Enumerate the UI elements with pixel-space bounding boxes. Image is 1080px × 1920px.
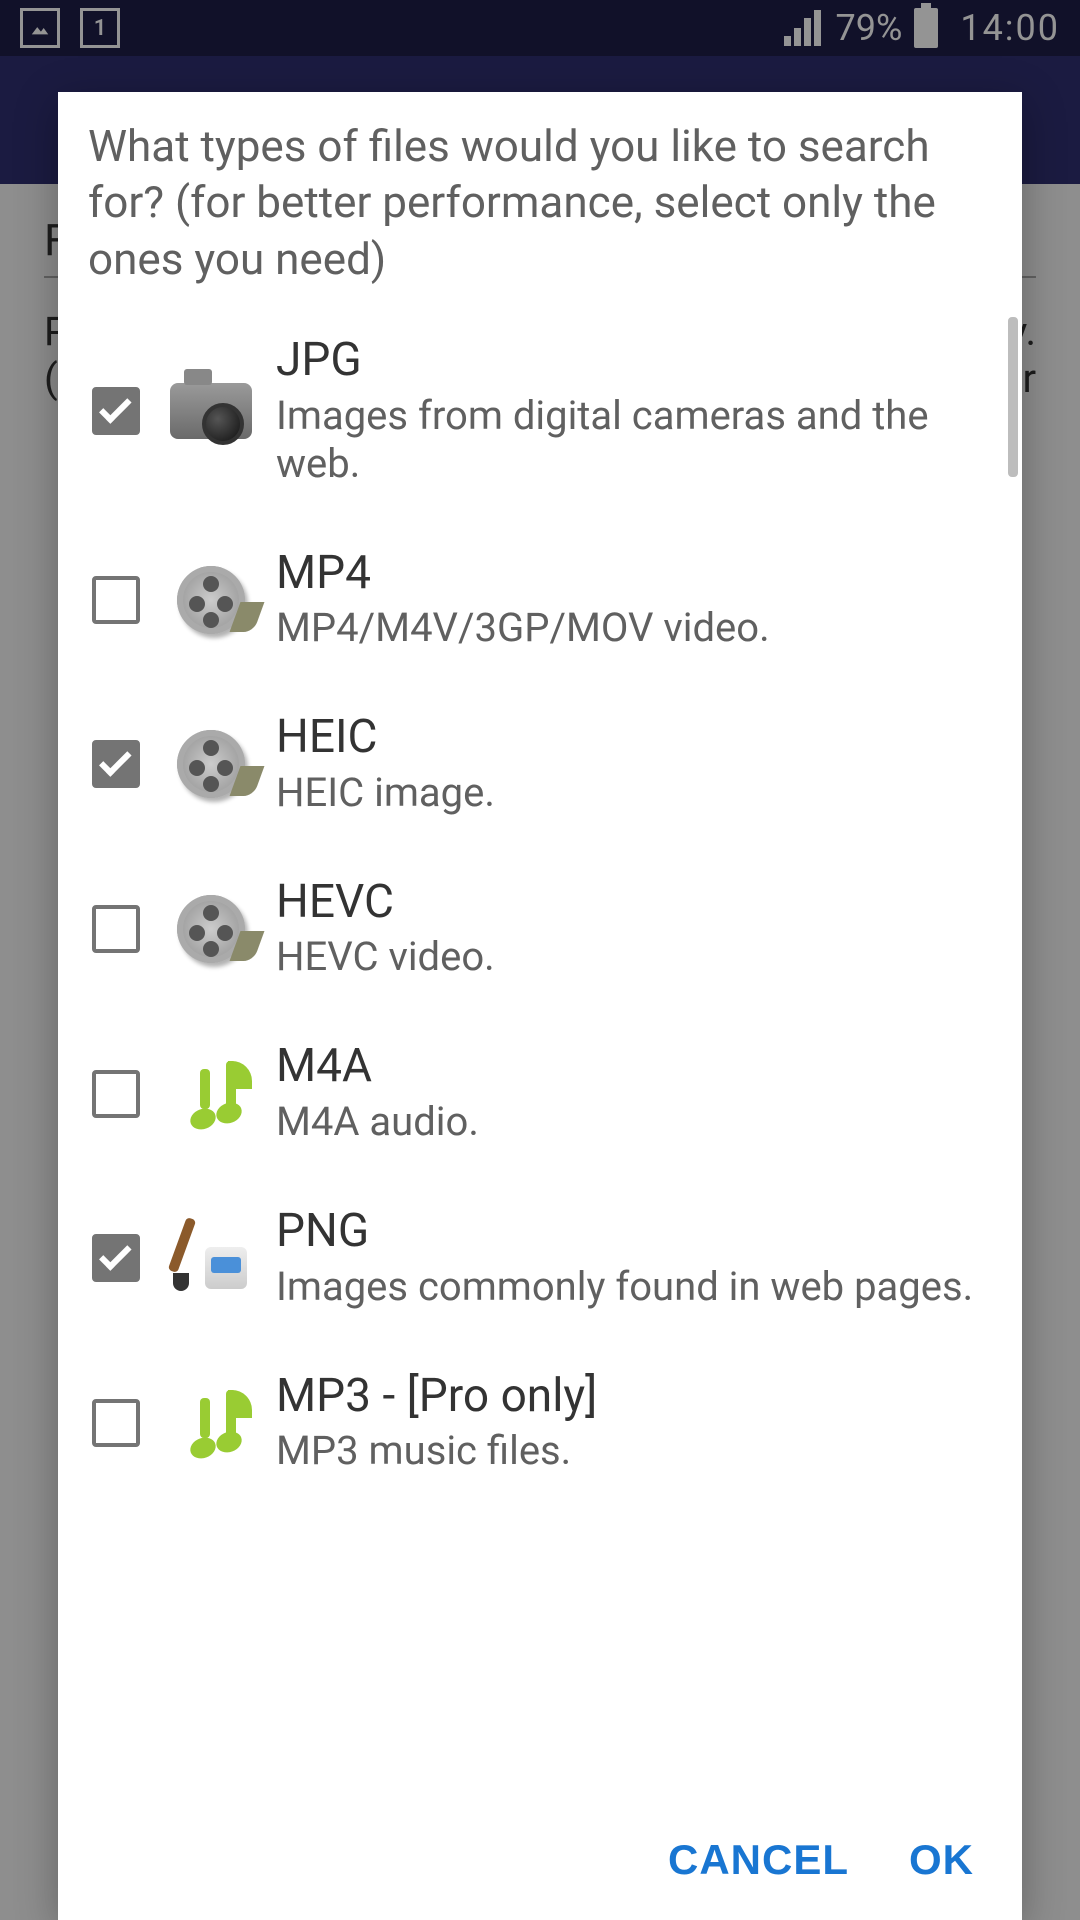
checkbox[interactable] — [92, 1234, 140, 1282]
option-description: Images commonly found in web pages. — [276, 1263, 988, 1311]
file-type-option[interactable]: M4A M4A audio. — [88, 1011, 992, 1176]
option-description: HEVC video. — [276, 933, 988, 981]
option-text: JPG Images from digital cameras and the w… — [276, 335, 988, 488]
checkbox[interactable] — [92, 576, 140, 624]
checkbox[interactable] — [92, 905, 140, 953]
scrollbar-thumb[interactable] — [1008, 317, 1018, 477]
file-types-dialog: What types of files would you like to se… — [58, 92, 1022, 1920]
dialog-actions: CANCEL OK — [58, 1810, 1022, 1920]
file-type-option[interactable]: PNG Images commonly found in web pages. — [88, 1176, 992, 1341]
option-title: M4A — [276, 1041, 988, 1092]
checkbox[interactable] — [92, 1070, 140, 1118]
option-title: MP4 — [276, 548, 988, 599]
reel-icon — [168, 557, 254, 643]
checkbox[interactable] — [92, 387, 140, 435]
file-type-option[interactable]: MP4 MP4/M4V/3GP/MOV video. — [88, 518, 992, 683]
file-type-option[interactable]: HEIC HEIC image. — [88, 682, 992, 847]
file-type-option[interactable]: MP3 - [Pro only] MP3 music files. — [88, 1341, 992, 1506]
option-text: MP4 MP4/M4V/3GP/MOV video. — [276, 548, 988, 653]
music-icon — [168, 1051, 254, 1137]
option-text: HEVC HEVC video. — [276, 877, 988, 982]
option-text: PNG Images commonly found in web pages. — [276, 1206, 988, 1311]
option-description: M4A audio. — [276, 1098, 988, 1146]
option-title: MP3 - [Pro only] — [276, 1371, 988, 1422]
option-title: JPG — [276, 335, 988, 386]
reel-icon — [168, 886, 254, 972]
option-text: MP3 - [Pro only] MP3 music files. — [276, 1371, 988, 1476]
paint-icon — [168, 1215, 254, 1301]
option-description: HEIC image. — [276, 769, 988, 817]
music-icon — [168, 1380, 254, 1466]
options-list[interactable]: JPG Images from digital cameras and the w… — [58, 305, 1022, 1810]
option-description: Images from digital cameras and the web. — [276, 392, 988, 488]
option-text: M4A M4A audio. — [276, 1041, 988, 1146]
checkbox[interactable] — [92, 1399, 140, 1447]
option-description: MP4/M4V/3GP/MOV video. — [276, 604, 988, 652]
file-type-option[interactable]: JPG Images from digital cameras and the w… — [88, 305, 992, 518]
option-text: HEIC HEIC image. — [276, 712, 988, 817]
file-type-option[interactable]: HEVC HEVC video. — [88, 847, 992, 1012]
option-title: HEIC — [276, 712, 988, 763]
ok-button[interactable]: OK — [909, 1836, 974, 1884]
option-title: PNG — [276, 1206, 988, 1257]
reel-icon — [168, 721, 254, 807]
option-title: HEVC — [276, 877, 988, 928]
checkbox[interactable] — [92, 740, 140, 788]
option-description: MP3 music files. — [276, 1427, 988, 1475]
camera-icon — [168, 368, 254, 454]
cancel-button[interactable]: CANCEL — [668, 1836, 849, 1884]
dialog-title: What types of files would you like to se… — [58, 92, 1022, 305]
